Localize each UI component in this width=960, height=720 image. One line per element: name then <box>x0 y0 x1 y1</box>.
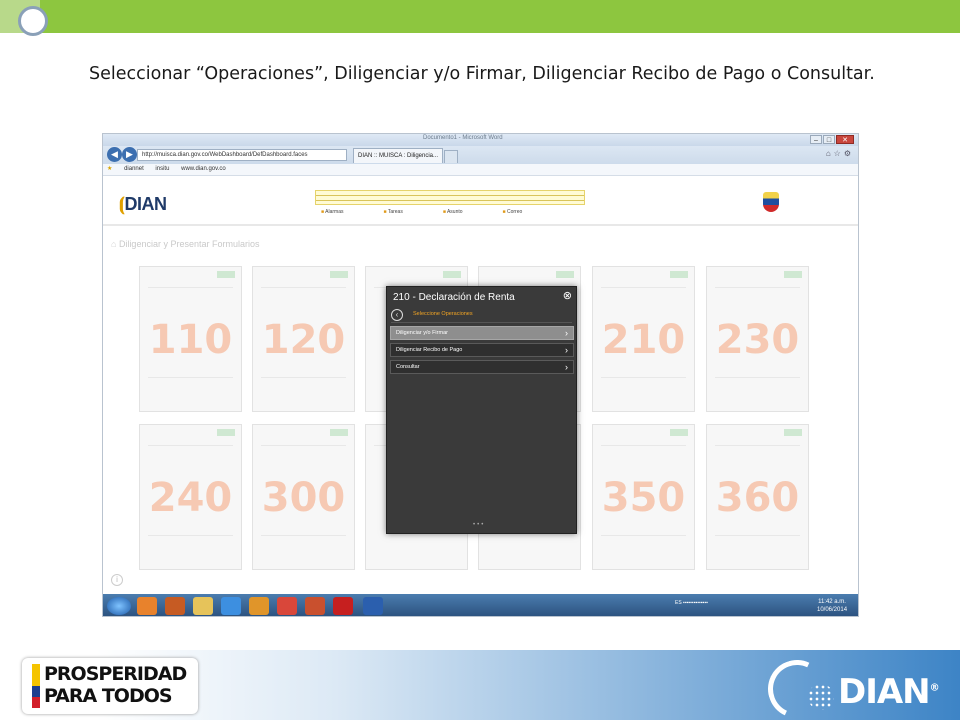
dian-dots-icon <box>808 684 834 710</box>
menu-item-alarmas[interactable]: Alarmas <box>321 209 343 215</box>
chevron-right-icon: › <box>565 328 568 338</box>
windows-taskbar: ES ▪▪▪▪▪▪▪▪▪▪▪▪▪▪ 11:42 a.m. 10/06/2014 <box>103 594 858 616</box>
window-titlebar: Documento1 - Microsoft Word – □ ✕ <box>103 134 858 146</box>
media-player-icon[interactable] <box>165 597 185 615</box>
chevron-right-icon: › <box>565 345 568 355</box>
form-number: 120 <box>261 317 346 363</box>
minimize-button[interactable]: – <box>810 135 822 144</box>
form-number: 300 <box>261 475 346 521</box>
acrobat-icon[interactable] <box>333 597 353 615</box>
new-tab-button[interactable] <box>444 150 458 163</box>
back-circle-icon[interactable]: ‹ <box>391 309 403 321</box>
system-tray[interactable]: ES ▪▪▪▪▪▪▪▪▪▪▪▪▪▪ <box>675 600 708 606</box>
powerpoint-icon[interactable] <box>305 597 325 615</box>
form-card[interactable]: 120 <box>252 266 355 412</box>
start-button-icon[interactable] <box>107 597 131 615</box>
dian-logo: ⦗DIAN <box>119 194 167 214</box>
close-window-button[interactable]: ✕ <box>836 135 854 144</box>
form-card[interactable]: 240 <box>139 424 242 570</box>
folder-icon[interactable] <box>193 597 213 615</box>
close-icon[interactable]: ⊗ <box>563 289 572 302</box>
flag-icon <box>32 664 40 708</box>
browser-toolbar-icons[interactable]: ⌂☆⚙ <box>826 149 854 158</box>
menu-item-correo[interactable]: Correo <box>503 209 522 215</box>
modal-subtitle: Seleccione Operaciones <box>413 311 473 317</box>
internet-explorer-icon[interactable] <box>221 597 241 615</box>
menu-item-asunto[interactable]: Asunto <box>443 209 463 215</box>
form-card[interactable]: 110 <box>139 266 242 412</box>
dian-footer-logo: DIAN® <box>838 672 940 712</box>
operation-diligenciar-firmar[interactable]: Diligenciar y/o Firmar › <box>390 326 574 340</box>
form-card[interactable]: 230 <box>706 266 809 412</box>
maximize-button[interactable]: □ <box>823 135 835 144</box>
window-title: Documento1 - Microsoft Word <box>423 135 503 141</box>
back-arrow-icon[interactable]: ◀ <box>107 147 122 162</box>
form-number: 210 <box>601 317 686 363</box>
section-title: Diligenciar y Presentar Formularios <box>111 239 260 249</box>
modal-subheader: ‹ Seleccione Operaciones <box>391 309 572 323</box>
outlook-icon[interactable] <box>249 597 269 615</box>
address-bar[interactable]: http://muisca.dian.gov.co/WebDashboard/D… <box>137 149 347 161</box>
browser-tab[interactable]: DIAN :: MUISCA : Diligencia... <box>353 148 443 163</box>
favorite-link[interactable]: insitu <box>155 166 169 172</box>
form-number: 350 <box>601 475 686 521</box>
browser-screenshot: Documento1 - Microsoft Word – □ ✕ ◀ ▶ ht… <box>102 133 859 617</box>
slide-top-bar <box>0 0 960 36</box>
prosperidad-logo: PROSPERIDAD PARA TODOS <box>22 658 198 714</box>
form-number: 110 <box>148 317 233 363</box>
modal-title: 210 - Declaración de Renta <box>393 292 515 303</box>
form-number: 240 <box>148 475 233 521</box>
forward-arrow-icon[interactable]: ▶ <box>122 147 137 162</box>
form-number: 230 <box>715 317 800 363</box>
navigation-bar: ◀ ▶ http://muisca.dian.gov.co/WebDashboa… <box>103 146 858 164</box>
firefox-icon[interactable] <box>137 597 157 615</box>
top-bar-green-band <box>40 0 960 33</box>
chrome-icon[interactable] <box>277 597 297 615</box>
pager-dots[interactable]: ••• <box>473 522 485 528</box>
form-number: 360 <box>715 475 800 521</box>
form-card[interactable]: 300 <box>252 424 355 570</box>
window-controls: – □ ✕ <box>810 135 854 144</box>
operation-consultar[interactable]: Consultar › <box>390 360 574 374</box>
info-icon[interactable]: i <box>111 574 123 586</box>
operation-recibo-pago[interactable]: Diligenciar Recibo de Pago › <box>390 343 574 357</box>
taskbar-clock[interactable]: 11:42 a.m. 10/06/2014 <box>817 598 847 614</box>
form-card[interactable]: 210 <box>592 266 695 412</box>
chevron-right-icon: › <box>565 362 568 372</box>
instruction-text: Seleccionar “Operaciones”, Diligenciar y… <box>89 64 875 84</box>
favorites-star-icon[interactable]: ★ <box>107 166 112 172</box>
coat-of-arms-icon <box>763 192 779 212</box>
form-card[interactable]: 360 <box>706 424 809 570</box>
word-icon[interactable] <box>363 597 383 615</box>
notice-banner <box>315 190 585 205</box>
app-menu: Alarmas Tareas Asunto Correo <box>321 209 522 215</box>
favorite-link[interactable]: www.dian.gov.co <box>181 166 226 172</box>
app-header: ⦗DIAN Alarmas Tareas Asunto Correo <box>103 176 858 226</box>
menu-item-tareas[interactable]: Tareas <box>383 209 403 215</box>
favorite-link[interactable]: diannet <box>124 166 144 172</box>
bubble-icon <box>18 6 48 36</box>
favorites-bar: ★ diannet insitu www.dian.gov.co <box>103 164 858 176</box>
operations-modal: 210 - Declaración de Renta ⊗ ‹ Seleccion… <box>386 286 577 534</box>
form-card[interactable]: 350 <box>592 424 695 570</box>
